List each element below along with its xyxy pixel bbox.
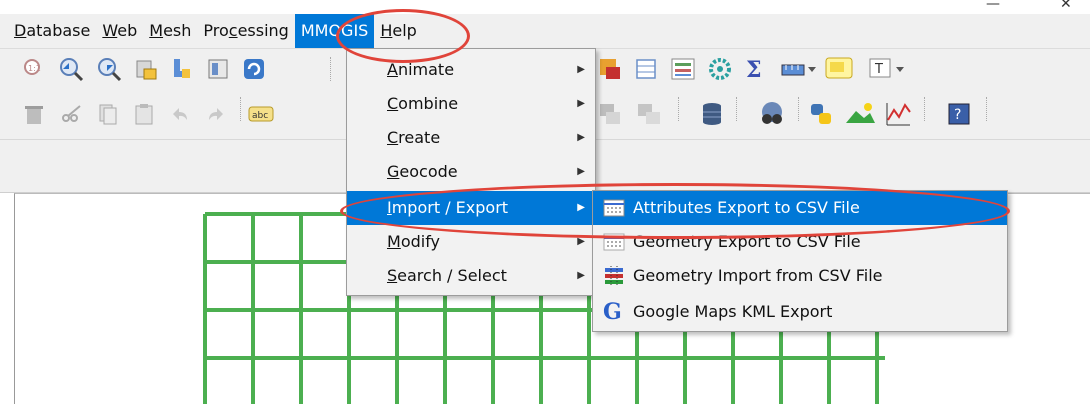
csv-table-icon [603, 233, 625, 251]
menu-item-animate[interactable]: Animate ▶ [347, 53, 595, 87]
svg-text:1:1: 1:1 [28, 64, 41, 73]
paste-icon[interactable] [132, 102, 156, 126]
sigma-stats-icon[interactable]: Σ [744, 57, 768, 81]
text-annotation-icon[interactable]: T [868, 56, 908, 82]
submenu-item-attributes-export[interactable]: Attributes Export to CSV File [593, 191, 1007, 225]
label-move-icon[interactable] [636, 102, 662, 126]
toolbar-separator [798, 97, 800, 121]
svg-text:Σ: Σ [746, 57, 762, 81]
zoom-out-icon[interactable] [96, 56, 122, 82]
menu-item-import-export[interactable]: Import / Export ▶ [347, 191, 595, 225]
mmqgis-dropdown-menu: Animate ▶ Combine ▶ Create ▶ Geocode ▶ Impor… [346, 48, 596, 296]
minimize-button[interactable]: — [986, 0, 1000, 12]
submenu-arrow-icon: ▶ [577, 132, 585, 143]
measure-icon[interactable] [780, 57, 818, 81]
attribute-table-icon[interactable] [598, 57, 622, 81]
menu-mesh[interactable]: Mesh [143, 14, 197, 48]
zoom-in-icon[interactable] [58, 56, 84, 82]
svg-text:abc: abc [252, 111, 268, 121]
menu-help[interactable]: Help [374, 14, 422, 48]
landscape-icon[interactable] [844, 101, 876, 127]
layer-edit-icon[interactable] [170, 57, 194, 81]
menu-bar: Database Web Mesh Processing MMQGIS Help [0, 14, 1090, 49]
copy-icon[interactable] [96, 102, 120, 126]
import-export-submenu: Attributes Export to CSV File Geometry E… [592, 190, 1008, 332]
window-titlebar: — ✕ [0, 0, 1090, 14]
database-icon[interactable] [700, 101, 724, 127]
toolbar-separator [678, 97, 680, 121]
toolbar-separator [330, 57, 332, 81]
menu-web[interactable]: Web [96, 14, 143, 48]
submenu-item-geometry-import[interactable]: Geometry Import from CSV File [593, 259, 1007, 293]
csv-import-icon [605, 266, 623, 286]
submenu-arrow-icon: ▶ [577, 236, 585, 247]
table-icon[interactable] [634, 57, 658, 81]
label-tool-icon[interactable] [598, 102, 622, 126]
submenu-arrow-icon: ▶ [577, 166, 585, 177]
svg-text:T: T [874, 62, 883, 77]
redo-icon[interactable] [204, 102, 228, 126]
info-zoom-icon[interactable]: 1:1 [22, 57, 46, 81]
python-console-icon[interactable] [824, 55, 866, 83]
label-abc-icon[interactable]: abc [248, 104, 274, 124]
toolbar-separator [240, 97, 242, 121]
toolbar-separator [986, 97, 988, 121]
menu-mmqgis[interactable]: MMQGIS [294, 14, 375, 48]
menu-item-geocode[interactable]: Geocode ▶ [347, 155, 595, 189]
refresh-icon[interactable] [242, 57, 266, 81]
menu-item-search-select[interactable]: Search / Select ▶ [347, 259, 595, 293]
submenu-item-geometry-export[interactable]: Geometry Export to CSV File [593, 225, 1007, 259]
open-map-icon[interactable] [206, 57, 230, 81]
google-g-icon: G [603, 299, 622, 325]
toolbar-separator [736, 97, 738, 121]
globe-icon[interactable] [758, 100, 786, 128]
submenu-item-google-kml[interactable]: G Google Maps KML Export [593, 295, 1007, 329]
close-button[interactable]: ✕ [1060, 0, 1072, 12]
menu-item-combine[interactable]: Combine ▶ [347, 87, 595, 121]
menu-item-modify[interactable]: Modify ▶ [347, 225, 595, 259]
help-icon[interactable]: ? [946, 101, 972, 127]
submenu-arrow-icon: ▶ [577, 64, 585, 75]
menu-database[interactable]: Database [0, 14, 96, 48]
python-icon[interactable] [808, 101, 834, 127]
delete-icon[interactable] [22, 102, 46, 126]
toolbar-separator [924, 97, 926, 121]
csv-table-icon [603, 199, 625, 217]
settings-gear-icon[interactable] [708, 57, 732, 81]
chart-line-icon[interactable] [884, 100, 912, 128]
submenu-arrow-icon: ▶ [577, 270, 585, 281]
menu-processing[interactable]: Processing [197, 14, 294, 48]
submenu-arrow-icon: ▶ [577, 202, 585, 213]
calculator-icon[interactable] [670, 57, 696, 81]
cut-icon[interactable] [60, 102, 84, 126]
svg-text:?: ? [954, 107, 961, 123]
menu-item-create[interactable]: Create ▶ [347, 121, 595, 155]
layer-add-icon[interactable] [134, 57, 158, 81]
undo-icon[interactable] [168, 102, 192, 126]
submenu-arrow-icon: ▶ [577, 98, 585, 109]
